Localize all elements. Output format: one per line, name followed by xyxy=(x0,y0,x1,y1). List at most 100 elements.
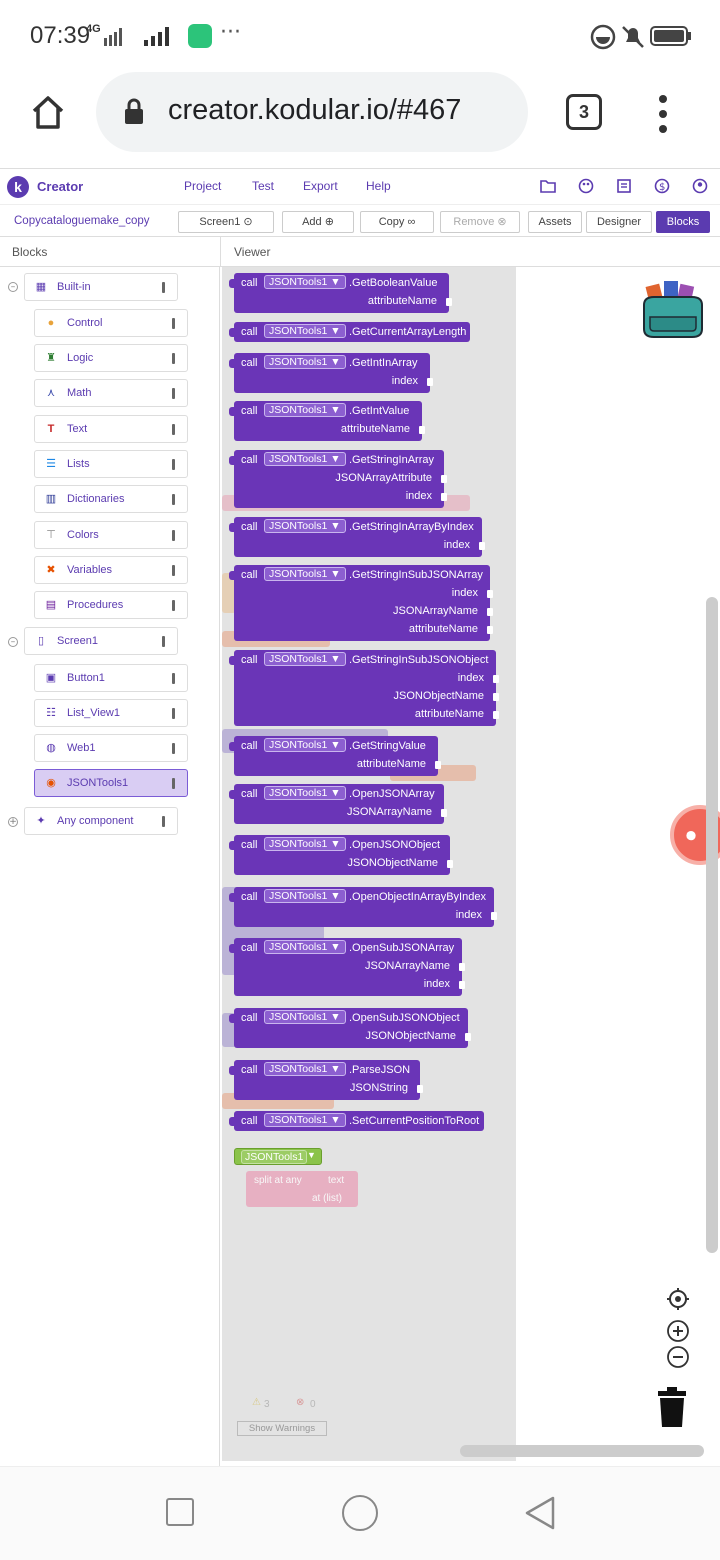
method-block[interactable]: call JSONTools1 ▼ .GetStringInArrayByIndex… xyxy=(229,517,485,557)
input-socket[interactable] xyxy=(465,1033,471,1041)
component-dropdown[interactable]: JSONTools1 ▼ xyxy=(264,738,346,752)
tree-item-procedures[interactable]: ▤ Procedures xyxy=(34,591,188,619)
tree-item-jsontools1[interactable]: ◉ JSONTools1 xyxy=(34,769,188,797)
component-dropdown[interactable]: JSONTools1 ▼ xyxy=(264,275,346,289)
component-dropdown[interactable]: JSONTools1 ▼ xyxy=(264,1062,346,1076)
tree-item-colors[interactable]: ⊤ Colors xyxy=(34,521,188,549)
vertical-scrollbar[interactable] xyxy=(706,597,718,1253)
tree-item-builtin[interactable]: ▦ Built-in xyxy=(24,273,178,301)
tree-item-lists[interactable]: ☰ Lists xyxy=(34,450,188,478)
center-workspace-icon[interactable] xyxy=(666,1287,690,1311)
input-socket[interactable] xyxy=(427,378,433,386)
palette-icon[interactable] xyxy=(578,178,594,194)
menu-export[interactable]: Export xyxy=(303,179,338,193)
component-dropdown[interactable]: JSONTools1 ▼ xyxy=(264,324,346,338)
input-socket[interactable] xyxy=(447,860,453,868)
blocks-button[interactable]: Blocks xyxy=(656,211,710,233)
input-socket[interactable] xyxy=(493,711,499,719)
method-block[interactable]: call JSONTools1 ▼ .OpenJSONArray JSONArrayN… xyxy=(229,784,447,824)
component-dropdown[interactable]: JSONTools1 ▼ xyxy=(264,355,346,369)
method-block[interactable]: call JSONTools1 ▼ .GetBooleanValue attribut… xyxy=(229,273,452,313)
designer-button[interactable]: Designer xyxy=(586,211,652,233)
home-button[interactable] xyxy=(342,1495,378,1531)
menu-help[interactable]: Help xyxy=(366,179,391,193)
input-socket[interactable] xyxy=(487,608,493,616)
method-block[interactable]: call JSONTools1 ▼ .SetCurrentPositionToRoo… xyxy=(229,1111,484,1131)
component-dropdown[interactable]: JSONTools1 ▼ xyxy=(264,1113,346,1127)
input-socket[interactable] xyxy=(487,626,493,634)
backpack-icon[interactable] xyxy=(640,275,706,341)
method-block[interactable]: call JSONTools1 ▼ .GetStringInSubJSONObjec… xyxy=(229,650,499,726)
screen-collapse-toggle[interactable]: – xyxy=(8,637,18,647)
component-dropdown[interactable]: JSONTools1 ▼ xyxy=(264,889,346,903)
tree-item-logic[interactable]: ♜ Logic xyxy=(34,344,188,372)
component-dropdown[interactable]: JSONTools1 ▼ xyxy=(264,1010,346,1024)
input-socket[interactable] xyxy=(459,981,465,989)
account-icon[interactable] xyxy=(692,178,708,194)
assets-button[interactable]: Assets xyxy=(528,211,582,233)
input-socket[interactable] xyxy=(459,963,465,971)
any-component-expand-toggle[interactable]: + xyxy=(8,817,18,827)
horizontal-scrollbar[interactable] xyxy=(460,1445,704,1457)
tree-item-text[interactable]: T Text xyxy=(34,415,188,443)
tree-item-variables[interactable]: ✖ Variables xyxy=(34,556,188,584)
method-block[interactable]: call JSONTools1 ▼ .GetIntValue attributeNam… xyxy=(229,401,425,441)
remove-button[interactable]: Remove ⊗ xyxy=(440,211,520,233)
tree-item-control[interactable]: ● Control xyxy=(34,309,188,337)
copy-button[interactable]: Copy ∞ xyxy=(360,211,434,233)
method-block[interactable]: call JSONTools1 ▼ .GetStringInArray JSONArr… xyxy=(229,450,447,508)
input-socket[interactable] xyxy=(441,809,447,817)
input-socket[interactable] xyxy=(441,493,447,501)
method-block[interactable]: call JSONTools1 ▼ .OpenObjectInArrayByInde… xyxy=(229,887,497,927)
tree-item-listview1[interactable]: ☷ List_View1 xyxy=(34,699,188,727)
library-icon[interactable] xyxy=(616,178,632,194)
input-socket[interactable] xyxy=(487,590,493,598)
component-dropdown[interactable]: JSONTools1 ▼ xyxy=(264,403,346,417)
component-dropdown[interactable]: JSONTools1 ▼ xyxy=(264,652,346,666)
component-dropdown[interactable]: JSONTools1 ▼ xyxy=(264,837,346,851)
show-warnings-button[interactable]: Show Warnings xyxy=(237,1421,327,1436)
input-socket[interactable] xyxy=(493,693,499,701)
tree-item-math[interactable]: ⋏ Math xyxy=(34,379,188,407)
dollar-icon[interactable]: $ xyxy=(654,178,670,194)
screen-select[interactable]: Screen1 ⊙ xyxy=(178,211,274,233)
tabs-button[interactable]: 3 xyxy=(566,94,602,130)
menu-test[interactable]: Test xyxy=(252,179,274,193)
method-block[interactable]: call JSONTools1 ▼ .GetCurrentArrayLength xyxy=(229,322,470,342)
tree-item-web1[interactable]: ◍ Web1 xyxy=(34,734,188,762)
input-socket[interactable] xyxy=(493,675,499,683)
component-dropdown[interactable]: JSONTools1 ▼ xyxy=(264,940,346,954)
input-socket[interactable] xyxy=(417,1085,423,1093)
folder-icon[interactable] xyxy=(540,179,556,193)
method-block[interactable]: call JSONTools1 ▼ .ParseJSON JSONString xyxy=(229,1060,423,1100)
menu-project[interactable]: Project xyxy=(184,179,221,193)
component-getter-block[interactable]: JSONTools1 ▼ xyxy=(234,1148,322,1165)
blocks-viewer[interactable]: call JSONTools1 ▼ .GetBooleanValue attribut… xyxy=(222,267,720,1466)
input-socket[interactable] xyxy=(419,426,425,434)
component-dropdown[interactable]: JSONTools1 ▼ xyxy=(264,519,346,533)
input-socket[interactable] xyxy=(435,761,441,769)
address-bar[interactable]: creator.kodular.io/#467 xyxy=(96,72,528,152)
component-dropdown[interactable]: JSONTools1 ▼ xyxy=(264,567,346,581)
input-socket[interactable] xyxy=(491,912,497,920)
recents-button[interactable] xyxy=(166,1498,194,1526)
method-block[interactable]: call JSONTools1 ▼ .OpenSubJSONArray JSONArr… xyxy=(229,938,465,996)
method-block[interactable]: call JSONTools1 ▼ .GetStringInSubJSONArray… xyxy=(229,565,493,641)
zoom-out-icon[interactable] xyxy=(666,1345,690,1369)
method-block[interactable]: call JSONTools1 ▼ .GetStringValue attribute… xyxy=(229,736,441,776)
tree-item-dictionaries[interactable]: ▥ Dictionaries xyxy=(34,485,188,513)
kodular-logo-icon[interactable]: k xyxy=(7,176,29,198)
input-socket[interactable] xyxy=(479,542,485,550)
trash-icon[interactable] xyxy=(656,1387,688,1429)
add-button[interactable]: Add ⊕ xyxy=(282,211,354,233)
component-dropdown[interactable]: JSONTools1 ▼ xyxy=(264,452,346,466)
builtin-collapse-toggle[interactable]: – xyxy=(8,282,18,292)
zoom-in-icon[interactable] xyxy=(666,1319,690,1343)
tree-item-any-component[interactable]: ✦ Any component xyxy=(24,807,178,835)
back-button[interactable] xyxy=(522,1495,558,1531)
more-menu-icon[interactable] xyxy=(656,94,670,134)
method-block[interactable]: call JSONTools1 ▼ .OpenJSONObject JSONObjec… xyxy=(229,835,453,875)
input-socket[interactable] xyxy=(446,298,452,306)
component-dropdown[interactable]: JSONTools1 ▼ xyxy=(264,786,346,800)
tree-item-screen1[interactable]: ▯ Screen1 xyxy=(24,627,178,655)
